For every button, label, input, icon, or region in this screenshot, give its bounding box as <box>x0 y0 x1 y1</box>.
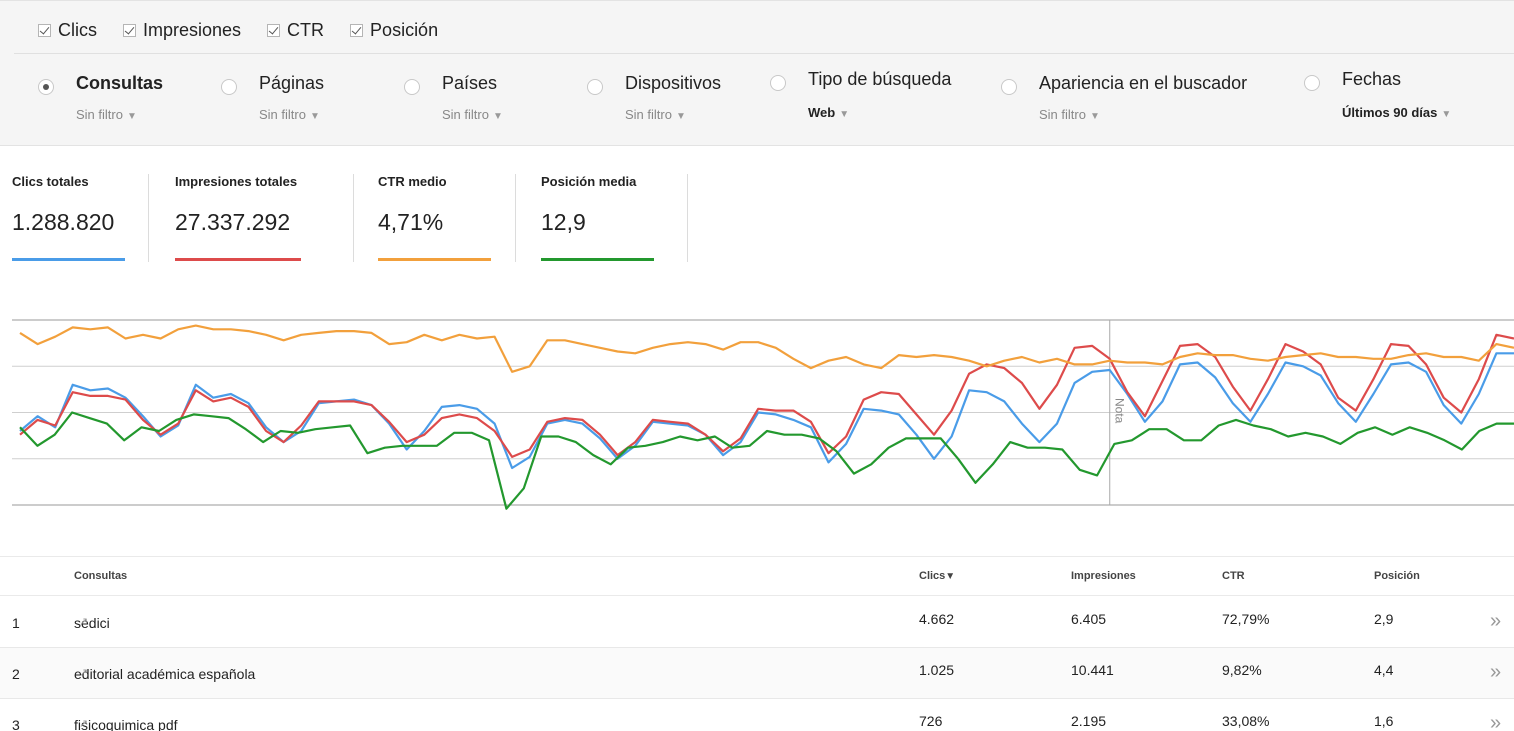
summary-total-impressions[interactable]: Impresiones totales 27.337.292 <box>175 174 301 262</box>
report-controls-panel: Clics Impresiones CTR Posición Consultas… <box>0 0 1514 146</box>
query-link[interactable]: fisicoquimica pdf <box>74 717 178 731</box>
column-header-queries[interactable]: Consultas <box>74 570 127 582</box>
table-header: Consultas Clics▼ Impresiones CTR Posició… <box>0 556 1514 596</box>
double-chevron-right-icon[interactable]: » <box>1490 610 1501 633</box>
series-color-bar <box>175 258 301 261</box>
table-row[interactable]: 3 fisicoquimica pdf ↗ 726 2.195 33,08% 1,… <box>0 699 1514 731</box>
radio-icon <box>587 79 603 95</box>
filter-dropdown-pages[interactable]: Sin filtro ▼ <box>259 107 320 122</box>
column-header-position[interactable]: Posición <box>1374 570 1420 582</box>
radio-icon <box>221 79 237 95</box>
summary-divider <box>353 174 354 262</box>
checkbox-ctr[interactable]: CTR <box>267 20 324 41</box>
filter-dropdown-devices[interactable]: Sin filtro ▼ <box>625 107 686 122</box>
series-line-posición <box>19 411 1514 510</box>
double-chevron-right-icon[interactable]: » <box>1490 661 1501 684</box>
radio-icon <box>404 79 420 95</box>
series-color-bar <box>378 258 491 261</box>
summary-divider <box>515 174 516 262</box>
filter-dropdown-countries[interactable]: Sin filtro ▼ <box>442 107 503 122</box>
metric-checkboxes: Clics Impresiones CTR Posición <box>38 19 464 41</box>
double-chevron-right-icon[interactable]: » <box>1490 712 1501 731</box>
series-line-ctr <box>19 324 1514 373</box>
radio-selected-icon <box>38 79 54 95</box>
sort-descending-icon: ▼ <box>945 571 956 582</box>
caret-down-icon: ▼ <box>839 109 850 120</box>
filter-dropdown-queries[interactable]: Sin filtro ▼ <box>76 107 137 122</box>
column-header-impressions[interactable]: Impresiones <box>1071 570 1136 582</box>
summary-divider <box>148 174 149 262</box>
series-line-impresiones <box>19 333 1514 458</box>
checkbox-impressions[interactable]: Impresiones <box>123 20 241 41</box>
radio-icon <box>1304 75 1320 91</box>
performance-line-chart[interactable]: Nota <box>0 310 1514 515</box>
checked-icon <box>267 23 281 37</box>
summary-divider <box>687 174 688 262</box>
caret-down-icon: ▼ <box>1089 111 1100 122</box>
divider <box>14 53 1514 54</box>
external-link-icon[interactable]: ↗ <box>79 615 88 628</box>
caret-down-icon: ▼ <box>675 111 686 122</box>
column-header-ctr[interactable]: CTR <box>1222 570 1245 582</box>
caret-down-icon: ▼ <box>126 111 137 122</box>
series-color-bar <box>541 258 654 261</box>
checkbox-clicks[interactable]: Clics <box>38 20 97 41</box>
external-link-icon[interactable]: ↗ <box>79 717 88 730</box>
filter-dropdown-search-appearance[interactable]: Sin filtro ▼ <box>1039 107 1100 122</box>
table-row[interactable]: 1 sedici ↗ 4.662 6.405 72,79% 2,9 » <box>0 597 1514 648</box>
series-color-bar <box>12 258 125 261</box>
caret-down-icon: ▼ <box>309 111 320 122</box>
filter-dropdown-dates[interactable]: Últimos 90 días ▼ <box>1342 105 1451 120</box>
checkbox-position[interactable]: Posición <box>350 20 438 41</box>
caret-down-icon: ▼ <box>1441 109 1452 120</box>
radio-icon <box>770 75 786 91</box>
table-row[interactable]: 2 editorial académica española ↗ 1.025 10… <box>0 648 1514 699</box>
filter-dropdown-search-type[interactable]: Web ▼ <box>808 105 849 120</box>
summary-average-ctr[interactable]: CTR medio 4,71% <box>378 174 491 262</box>
external-link-icon[interactable]: ↗ <box>79 666 88 679</box>
caret-down-icon: ▼ <box>492 111 503 122</box>
summary-total-clicks[interactable]: Clics totales 1.288.820 <box>12 174 125 262</box>
checked-icon <box>38 23 51 37</box>
radio-icon <box>1001 79 1017 95</box>
summary-average-position[interactable]: Posición media 12,9 <box>541 174 654 262</box>
column-header-clicks[interactable]: Clics▼ <box>919 570 955 582</box>
query-link[interactable]: editorial académica española <box>74 666 255 682</box>
checked-icon <box>123 23 136 37</box>
checked-icon <box>350 23 364 37</box>
annotation-label: Nota <box>1113 398 1127 424</box>
